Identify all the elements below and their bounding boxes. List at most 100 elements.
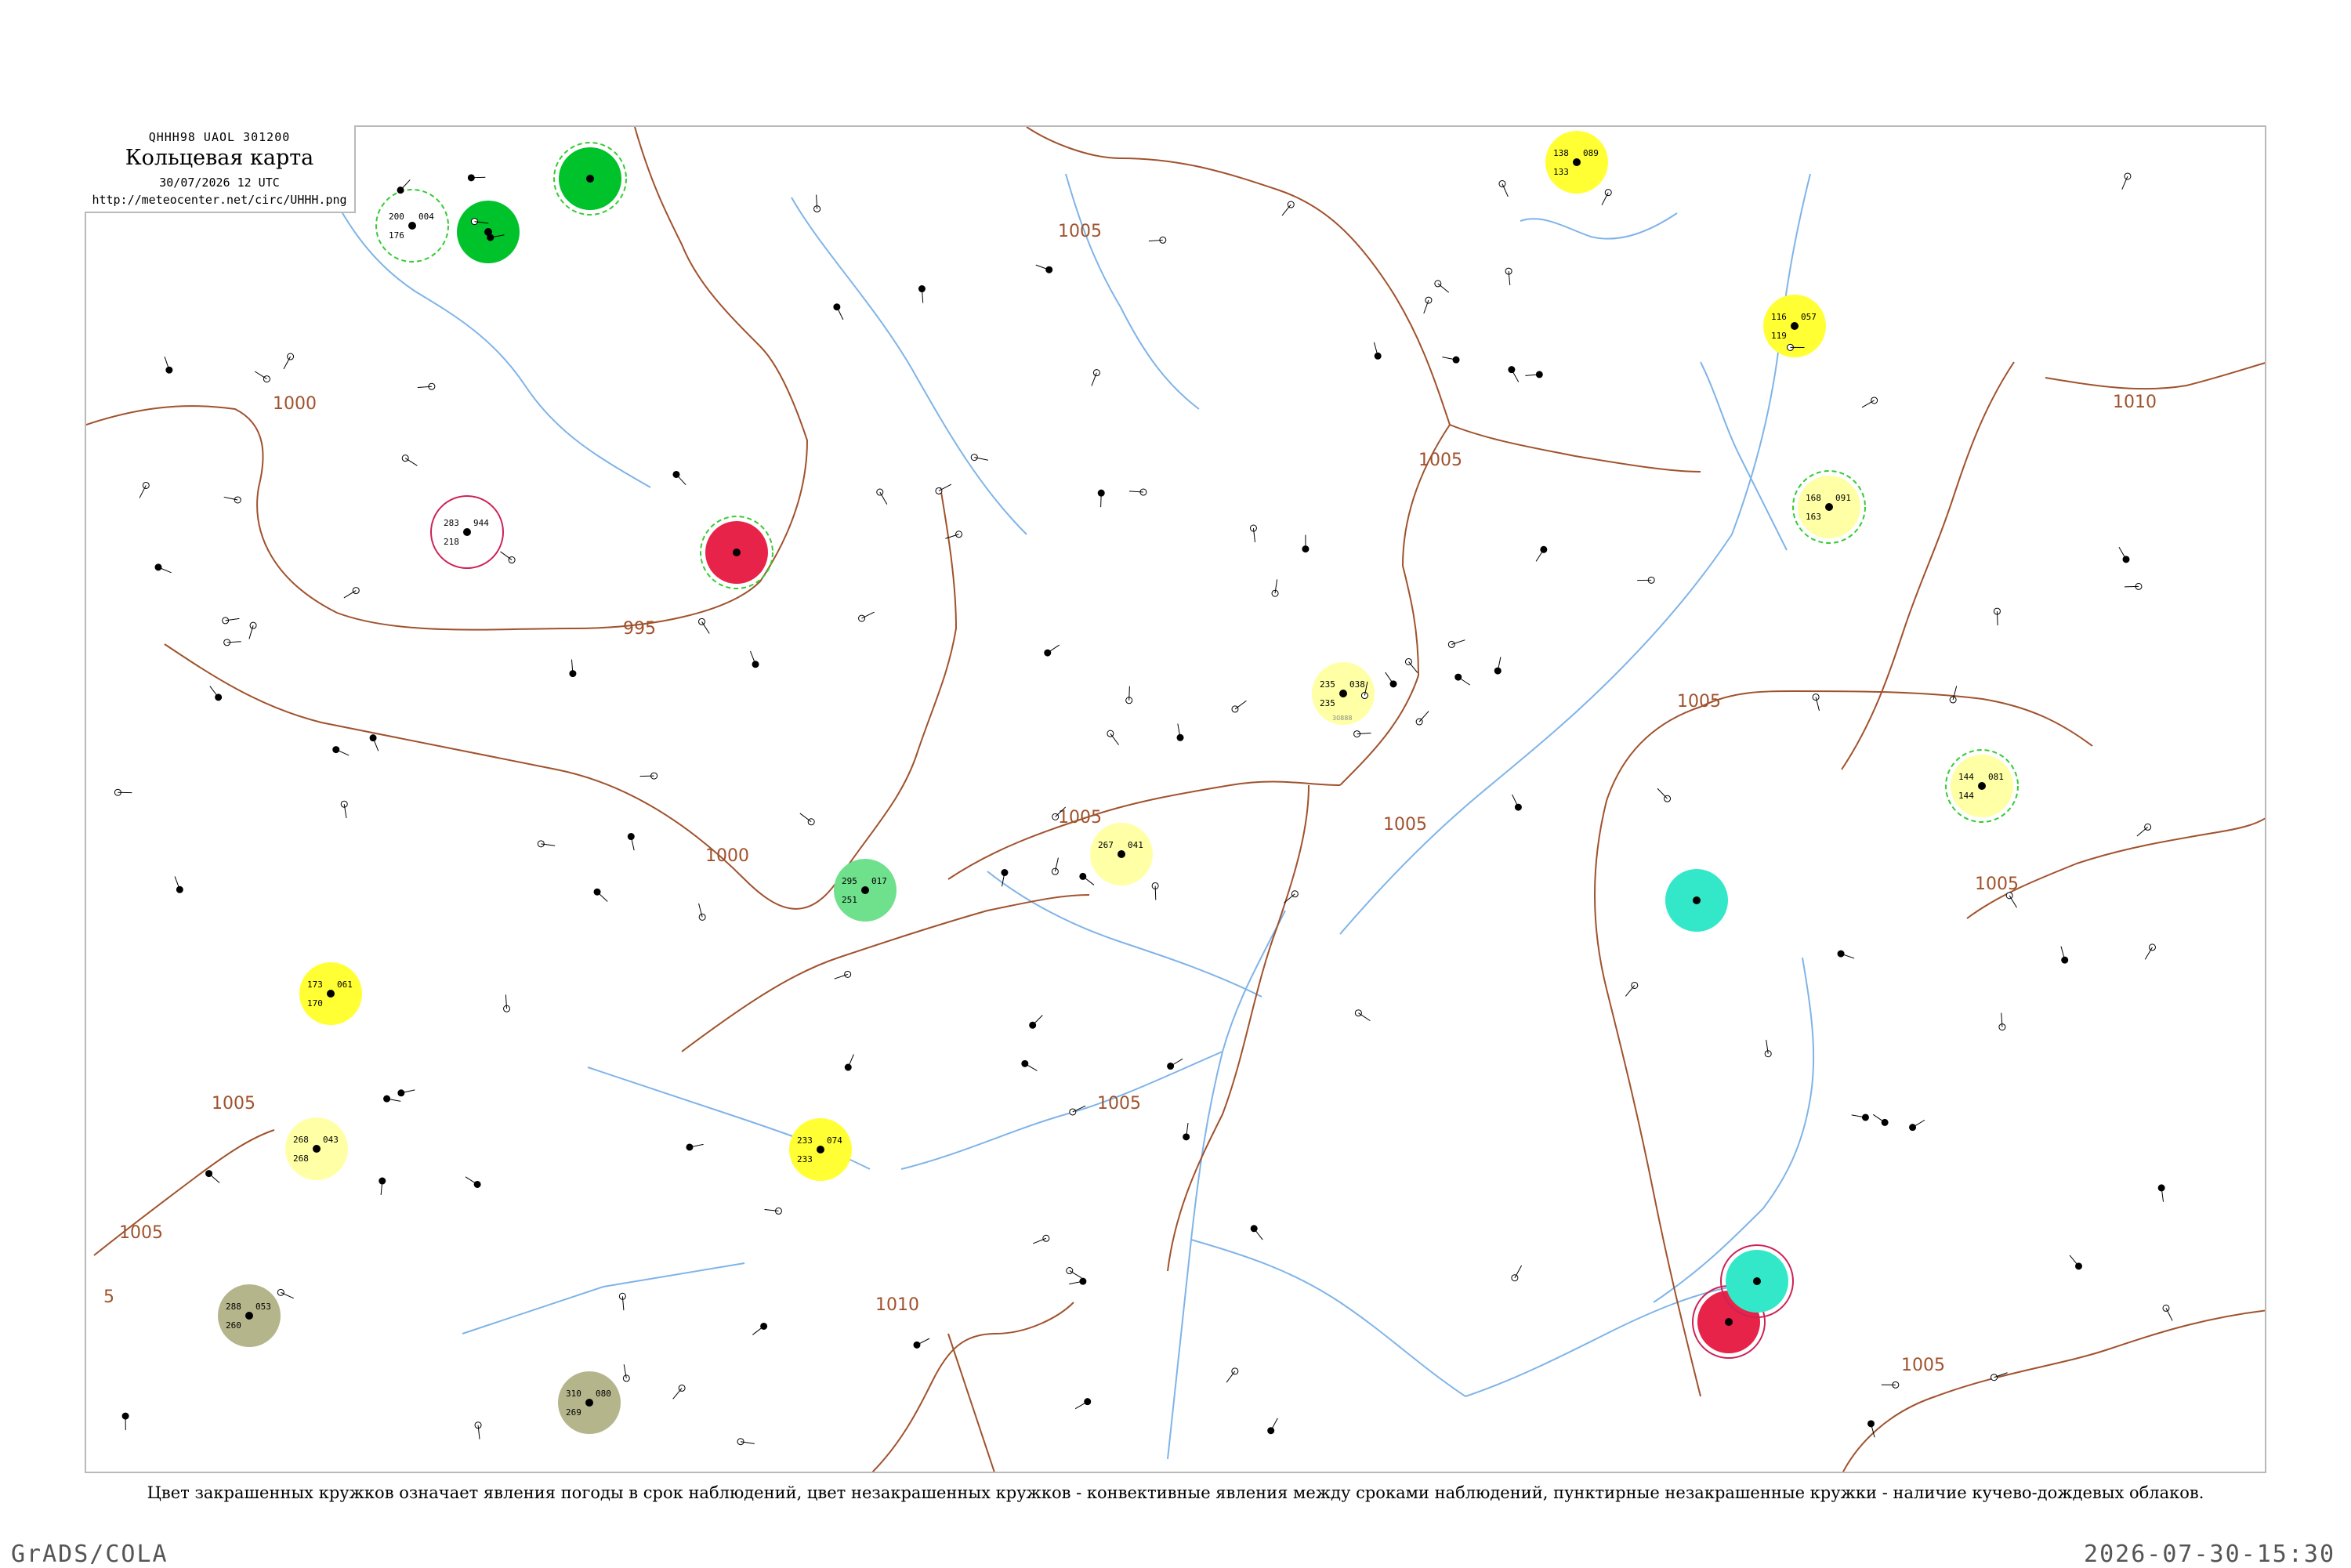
station-marker[interactable]	[457, 201, 520, 263]
minor-station	[468, 175, 485, 181]
station-dewpoint: 176	[389, 230, 404, 241]
station-marker[interactable]: 116 057 119	[1763, 295, 1826, 357]
station-temperature: 200	[389, 212, 404, 222]
station-marker[interactable]	[1665, 869, 1728, 932]
minor-station	[284, 353, 294, 369]
minor-station	[859, 612, 875, 621]
wind-barb	[1602, 193, 1608, 205]
wind-barb	[210, 686, 219, 697]
station-dot	[245, 1312, 253, 1320]
minor-station	[224, 639, 241, 646]
station-marker[interactable]: 138089133	[1545, 131, 1608, 194]
wind-barb	[676, 474, 686, 484]
map-title: Кольцевая карта	[85, 146, 354, 170]
minor-station-markers	[114, 173, 2172, 1445]
wind-barb	[139, 485, 146, 498]
minor-station	[501, 552, 516, 563]
station-temperature: 138	[1553, 148, 1569, 158]
wind-barb	[2070, 1255, 2078, 1266]
station-marker[interactable]: 173061170	[299, 962, 362, 1025]
wind-barb	[1033, 1016, 1043, 1026]
station-marker[interactable]: 295017251	[834, 859, 897, 922]
wind-barb	[640, 776, 654, 777]
wind-barb	[1536, 549, 1544, 561]
minor-station	[752, 1323, 766, 1334]
isobar-label: 1005	[1058, 808, 1102, 827]
wind-barb	[1997, 611, 1998, 625]
isobar-label: 1005	[1418, 451, 1462, 470]
station-marker[interactable]: 310080269	[558, 1371, 621, 1434]
minor-station	[750, 651, 759, 668]
minor-station	[699, 904, 706, 920]
minor-station-dot	[234, 497, 241, 503]
minor-station	[1226, 1368, 1238, 1382]
isobar-label: 1005	[1383, 815, 1427, 835]
wind-barb	[1282, 205, 1291, 215]
station-temperature: 144	[1958, 772, 1974, 782]
station-marker[interactable]	[554, 143, 626, 215]
station-marker[interactable]: 168091163	[1793, 471, 1865, 543]
weather-map[interactable]: 1000 995 1000 1005 1005 1005 1005 1005 1…	[86, 127, 2266, 1473]
minor-station	[1405, 658, 1417, 672]
minor-station	[1525, 371, 1542, 378]
isobar-label: 1010	[2113, 393, 2157, 412]
station-dot	[408, 222, 416, 230]
station-dewpoint: 233	[797, 1154, 813, 1164]
station-marker[interactable]: 267041	[1090, 823, 1153, 885]
minor-station	[1183, 1123, 1190, 1140]
wind-barb	[702, 621, 710, 633]
minor-station	[1999, 1013, 2005, 1030]
minor-station	[1354, 731, 1371, 737]
station-dewpoint: 119	[1771, 331, 1787, 341]
minor-station	[122, 1413, 129, 1430]
station-markers: 2000041761380891332350382353088811605711…	[218, 131, 2018, 1434]
station-dot	[1791, 322, 1799, 330]
source-url[interactable]: http://meteocenter.net/circ/UHHH.png	[85, 193, 354, 207]
wind-barb	[1408, 661, 1417, 672]
minor-station	[1862, 397, 1878, 407]
minor-station	[165, 357, 172, 373]
station-pressure: 057	[1801, 312, 1817, 322]
minor-station	[640, 773, 657, 779]
minor-station	[1882, 1382, 1899, 1388]
station-marker[interactable]: 144081144	[1946, 750, 2018, 822]
minor-station	[1075, 1399, 1091, 1409]
station-dot	[861, 886, 869, 894]
minor-station	[1080, 873, 1094, 885]
minor-station	[1250, 525, 1256, 542]
station-pressure: 061	[337, 980, 353, 990]
map-header: QHHH98 UAOL 301200 Кольцевая карта 30/07…	[85, 125, 356, 213]
station-marker[interactable]: 200004176	[376, 190, 448, 262]
station-marker[interactable]: 233074233	[789, 1118, 852, 1181]
wind-barb	[255, 371, 266, 379]
wind-barb	[862, 612, 875, 618]
station-temperature: 116	[1771, 312, 1787, 322]
station-marker[interactable]: 283944218	[431, 496, 503, 568]
minor-station	[2122, 173, 2131, 190]
minor-station	[397, 179, 410, 193]
station-marker[interactable]	[1721, 1245, 1793, 1317]
station-marker[interactable]: 268043268	[285, 1117, 348, 1180]
wind-barb	[2145, 947, 2152, 959]
minor-station	[155, 564, 172, 573]
minor-station-dot	[1046, 266, 1052, 273]
minor-station-dot	[398, 1090, 404, 1096]
map-date: 30/07/2026 12 UTC	[85, 176, 354, 190]
wind-barb	[1512, 370, 1519, 382]
isobar-label: 1005	[1975, 875, 2019, 894]
wind-barb	[284, 357, 291, 369]
station-dewpoint: 144	[1958, 791, 1974, 801]
minor-station	[628, 834, 634, 851]
station-dewpoint: 260	[226, 1320, 241, 1331]
minor-station	[845, 1055, 853, 1071]
minor-station	[1067, 1268, 1081, 1278]
minor-station	[1509, 367, 1519, 382]
minor-station	[1852, 1114, 1869, 1121]
station-pressure: 091	[1835, 493, 1851, 503]
wind-barb	[1254, 1229, 1262, 1240]
minor-station-dot	[277, 1289, 284, 1295]
station-dot	[733, 549, 741, 556]
station-marker[interactable]: 288053260	[218, 1284, 281, 1347]
bulletin-code: QHHH98 UAOL 301200	[85, 130, 354, 144]
minor-station	[1033, 1235, 1049, 1244]
